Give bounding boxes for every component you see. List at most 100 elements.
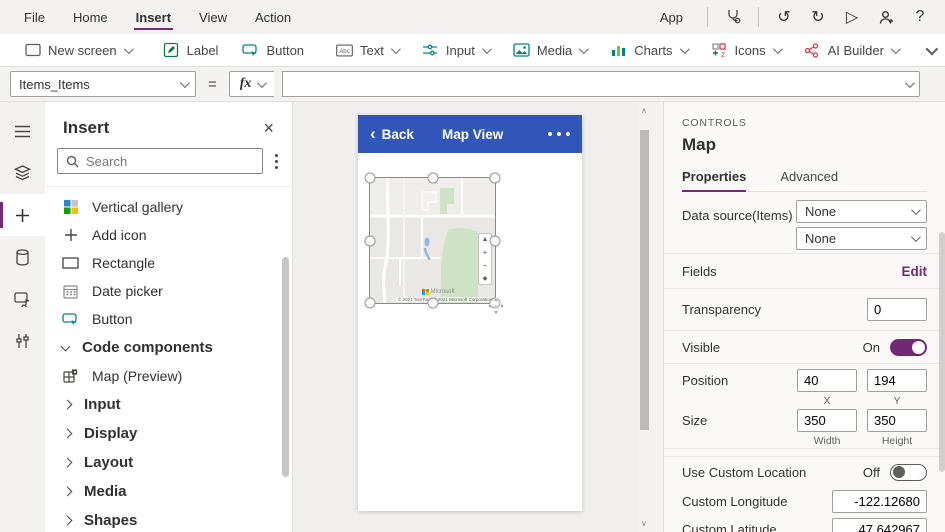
back-button[interactable]: ‹ Back [370,127,414,142]
app-checker-icon[interactable] [718,2,748,32]
insert-item-rectangle[interactable]: Rectangle [45,249,292,277]
tab-advanced[interactable]: Advanced [780,169,838,191]
phone-screen[interactable]: ‹ Back Map View [358,115,582,511]
fx-dropdown[interactable]: fx [229,71,275,97]
menu-file[interactable]: File [10,0,59,34]
scroll-up-icon[interactable]: ∧ [641,106,647,115]
section-input[interactable]: Input [45,390,292,419]
select-value: None [805,204,836,219]
charts-dropdown[interactable]: Charts [598,34,698,66]
property-selector[interactable]: Items_Items [10,71,196,97]
insert-item-add-icon[interactable]: Add icon [45,221,292,249]
button-button[interactable]: Button [230,34,316,66]
tab-properties[interactable]: Properties [682,169,746,191]
map-attribution: © 2021 TomTom, © 2021 Microsoft Corporat… [396,297,494,302]
data-source-select-2[interactable]: None [796,227,927,250]
search-input[interactable] [86,154,254,169]
input-label: Input [446,43,475,58]
text-icon: Abc [336,42,353,59]
size-height-input[interactable] [867,409,927,432]
map-compass-icon[interactable]: ▲ [482,236,489,243]
redo-icon[interactable]: ↻ [803,2,833,32]
resize-handle-ne[interactable] [490,173,501,184]
icons-dropdown[interactable]: 2 Icons [699,34,792,66]
phone-screen-header: ‹ Back Map View [358,115,582,153]
menu-view[interactable]: View [185,0,241,34]
resize-handle-sw[interactable] [365,298,376,309]
chevron-down-icon [257,78,267,88]
controls-section-label: CONTROLS [682,102,927,129]
properties-scrollbar-thumb[interactable] [939,232,945,472]
section-shapes[interactable]: Shapes [45,506,292,532]
map-pitch-icon[interactable]: ◆ [483,275,488,282]
label-button[interactable]: Label [151,34,231,66]
transparency-input[interactable] [867,298,927,321]
insert-item-vertical-gallery[interactable]: Vertical gallery [45,193,292,221]
visible-toggle[interactable] [890,339,927,356]
hamburger-menu-icon[interactable] [0,110,45,152]
section-display[interactable]: Display [45,419,292,448]
map-zoom-in-icon[interactable]: + [483,248,488,257]
ribbon-overflow-chevron[interactable] [910,34,945,66]
tree-view-icon[interactable] [0,152,45,194]
more-options-icon[interactable] [271,150,282,173]
canvas-scrollbar-thumb[interactable] [640,130,649,430]
map-zoom-out-icon[interactable]: − [483,261,488,270]
share-person-icon[interactable] [871,2,901,32]
position-x-input[interactable] [797,369,857,392]
new-screen-icon [24,42,41,59]
chevron-down-icon [911,232,921,242]
use-custom-location-toggle[interactable] [890,464,927,481]
help-icon[interactable]: ? [905,2,935,32]
insert-rail-item[interactable] [0,194,45,236]
media-dropdown[interactable]: Media [501,34,598,66]
input-dropdown[interactable]: Input [410,34,501,66]
resize-handle-s[interactable] [427,298,438,309]
data-source-select-1[interactable]: None [796,200,927,223]
size-width-input[interactable] [797,409,857,432]
section-layout[interactable]: Layout [45,448,292,477]
search-input-box[interactable] [57,148,263,174]
insert-item-date-picker[interactable]: Date picker [45,277,292,305]
menu-action[interactable]: Action [241,0,305,34]
resize-handle-n[interactable] [427,173,438,184]
resize-handle-w[interactable] [365,235,376,246]
new-screen-button[interactable]: New screen [12,34,143,66]
position-y-input[interactable] [867,369,927,392]
resize-handle-nw[interactable] [365,173,376,184]
resize-handle-e[interactable] [490,235,501,246]
data-sources-icon[interactable] [0,236,45,278]
ai-builder-dropdown[interactable]: AI Builder [792,34,910,66]
chevron-down-icon [911,205,921,215]
insert-item-map-preview[interactable]: Map (Preview) [45,362,292,390]
section-label: Layout [84,454,133,471]
insert-panel-scrollbar[interactable] [282,257,289,477]
formula-input[interactable] [282,71,920,97]
custom-longitude-input[interactable] [832,490,927,513]
search-icon [66,155,79,168]
ellipsis-icon[interactable] [548,132,570,136]
scroll-down-icon[interactable]: ∨ [641,519,647,528]
map-control[interactable]: ▲ + − ◆ Microsoft © 2021 TomTom, © 2021 … [370,178,495,303]
data-source-row: Data source(Items) None None [664,192,945,254]
insert-item-button[interactable]: Button [45,305,292,333]
media-rail-icon[interactable] [0,278,45,320]
close-icon[interactable]: × [263,119,274,137]
menu-insert[interactable]: Insert [122,0,185,34]
custom-latitude-input[interactable] [832,518,927,532]
menu-home[interactable]: Home [59,0,122,34]
input-icon [422,42,439,59]
section-media[interactable]: Media [45,477,292,506]
top-menu-bar: File Home Insert View Action App ↺ ↻ ▷ ? [0,0,945,34]
charts-label: Charts [634,43,672,58]
button-icon [242,42,259,59]
preview-play-icon[interactable]: ▷ [837,2,867,32]
undo-icon[interactable]: ↺ [769,2,799,32]
text-dropdown[interactable]: Abc Text [324,34,410,66]
canvas-scrollbar[interactable]: ∧ ∨ [638,102,651,532]
fields-edit-link[interactable]: Edit [902,264,928,279]
section-code-components[interactable]: Code components [45,333,292,362]
left-navigation-rail [0,102,45,532]
vertical-gallery-icon [62,199,79,216]
advanced-tools-icon[interactable] [0,320,45,362]
